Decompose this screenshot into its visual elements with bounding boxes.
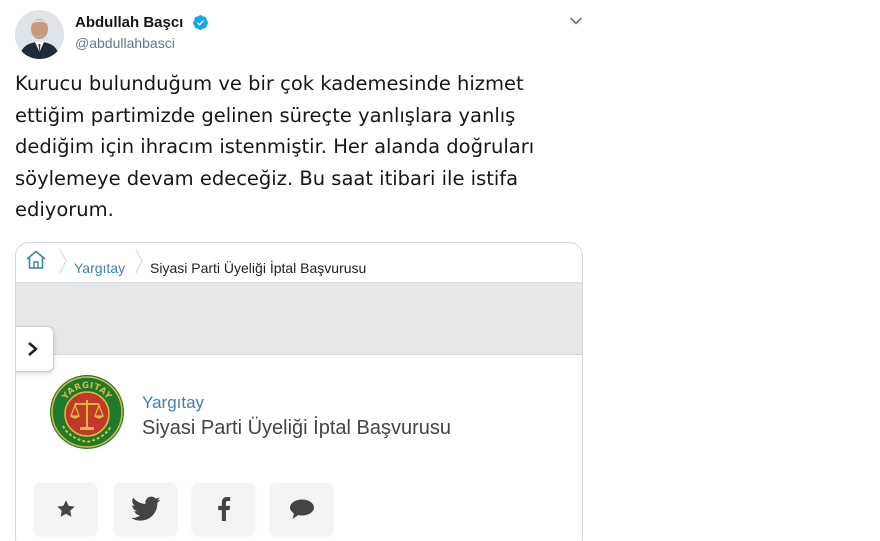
author-handle[interactable]: @abdullahbasci — [75, 35, 209, 51]
gray-banner — [16, 282, 582, 355]
breadcrumb-separator — [134, 245, 144, 277]
tweet-header: Abdullah Başcı @abdullahbasci — [15, 10, 585, 60]
page-title: Siyasi Parti Üyeliği İptal Başvurusu — [142, 417, 452, 439]
verified-badge-icon — [192, 14, 209, 31]
breadcrumb-current: Siyasi Parti Üyeliği İptal Başvurusu — [150, 260, 367, 276]
breadcrumb: Yargıtay Siyasi Parti Üyeliği İptal Başv… — [16, 243, 582, 283]
author-name[interactable]: Abdullah Başcı — [75, 14, 183, 31]
avatar[interactable] — [15, 10, 64, 59]
twitter-icon — [130, 496, 160, 521]
comment-icon — [289, 499, 314, 519]
site-name[interactable]: Yargıtay — [142, 393, 204, 413]
author-block: Abdullah Başcı @abdullahbasci — [75, 14, 209, 51]
tweet-text: Kurucu bulunduğum ve bir çok kademesinde… — [15, 72, 535, 221]
comment-button[interactable] — [270, 483, 333, 535]
home-icon[interactable] — [24, 248, 48, 272]
yargitay-logo: YARGITAY — [49, 374, 125, 450]
favorite-button[interactable] — [34, 483, 97, 535]
star-icon — [56, 500, 75, 517]
expand-menu-button[interactable] — [16, 326, 54, 372]
breadcrumb-link[interactable]: Yargıtay — [74, 260, 125, 276]
breadcrumb-separator — [58, 245, 68, 277]
chevron-right-icon — [28, 342, 38, 356]
facebook-icon — [217, 497, 230, 521]
facebook-share-button[interactable] — [192, 483, 255, 535]
chevron-down-icon[interactable] — [567, 12, 585, 30]
twitter-share-button[interactable] — [114, 483, 177, 535]
link-preview-card[interactable]: Yargıtay Siyasi Parti Üyeliği İptal Başv… — [15, 242, 583, 541]
